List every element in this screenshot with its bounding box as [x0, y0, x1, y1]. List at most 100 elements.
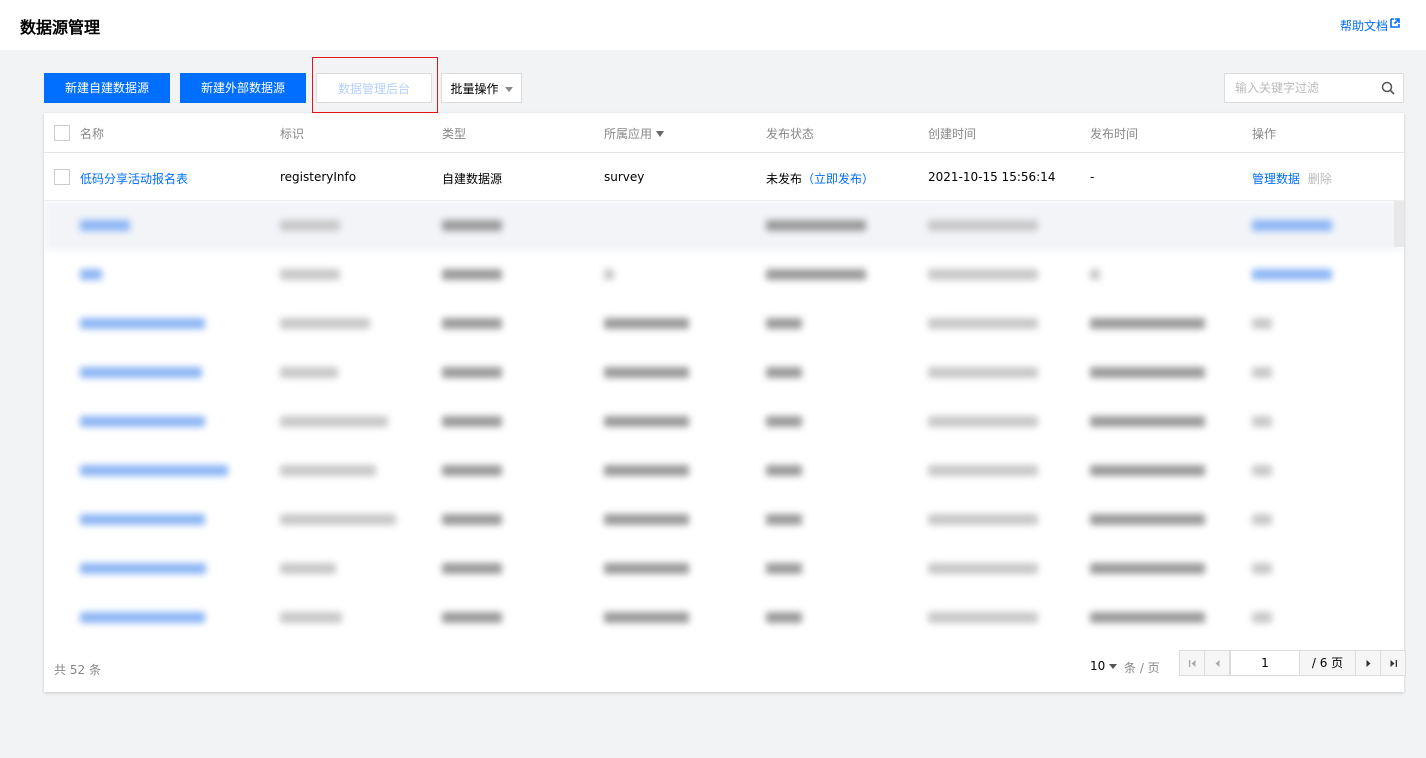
- blurred-cell: [1252, 318, 1272, 329]
- datasource-name-link[interactable]: 低码分享活动报名表: [80, 170, 188, 187]
- blurred-cell: [766, 220, 866, 231]
- blurred-cell: [80, 416, 205, 427]
- blurred-cell: [604, 563, 689, 574]
- total-pages: / 6 页: [1299, 650, 1356, 676]
- total-suffix: 条: [88, 663, 101, 677]
- blurred-cell: [442, 318, 502, 329]
- blurred-cell: [1252, 465, 1272, 476]
- blurred-cell: [280, 514, 396, 525]
- blurred-cell: [1252, 612, 1272, 623]
- blurred-cell: [442, 416, 502, 427]
- column-header-type: 类型: [442, 127, 467, 141]
- blurred-row: [44, 446, 1404, 495]
- blurred-cell: [442, 220, 502, 231]
- column-header-identifier: 标识: [280, 127, 305, 141]
- published-time: -: [1090, 170, 1095, 184]
- blurred-cell: [766, 514, 802, 525]
- blurred-cell: [280, 416, 388, 427]
- search-box[interactable]: [1224, 73, 1404, 103]
- batch-operations-dropdown[interactable]: 批量操作: [441, 73, 522, 103]
- blurred-cell: [604, 612, 689, 623]
- blurred-cell: [928, 563, 1038, 574]
- blurred-cell: [80, 269, 102, 280]
- column-header-actions: 操作: [1252, 127, 1277, 141]
- scrollbar-thumb[interactable]: [1394, 201, 1404, 247]
- blurred-cell: [1090, 612, 1205, 623]
- blurred-cell: [280, 269, 340, 280]
- blurred-cell: [928, 612, 1038, 623]
- blurred-cell: [1090, 514, 1205, 525]
- blurred-cell: [766, 269, 866, 280]
- blurred-cell: [928, 367, 1038, 378]
- new-internal-datasource-button[interactable]: 新建自建数据源: [44, 73, 170, 103]
- blurred-cell: [766, 367, 802, 378]
- last-page-button[interactable]: [1380, 650, 1406, 676]
- blurred-row: [44, 544, 1404, 593]
- page-size-value: 10: [1090, 659, 1106, 673]
- blurred-cell: [442, 612, 502, 623]
- blurred-cell: [928, 416, 1038, 427]
- help-docs-link[interactable]: 帮助文档: [1340, 17, 1388, 34]
- page-size-select[interactable]: 10: [1090, 659, 1118, 673]
- blurred-cell: [280, 367, 338, 378]
- blurred-cell: [604, 367, 689, 378]
- per-page-label: 条 / 页: [1124, 661, 1160, 675]
- blurred-cell: [1252, 416, 1272, 427]
- first-page-button[interactable]: [1179, 650, 1205, 676]
- publish-status-text: 未发布: [766, 172, 803, 186]
- delete-link: 删除: [1307, 172, 1332, 186]
- prev-page-icon: [1215, 660, 1220, 667]
- column-header-created: 创建时间: [928, 127, 977, 141]
- blurred-cell: [280, 563, 336, 574]
- publish-now-link[interactable]: （立即发布）: [802, 172, 874, 186]
- blurred-row: [44, 299, 1404, 348]
- select-all-checkbox[interactable]: [54, 125, 70, 141]
- page-number-input[interactable]: [1230, 650, 1300, 676]
- table-footer: 共 52 条 10 条 / 页 / 6 页: [44, 639, 1406, 692]
- blurred-cell: [442, 563, 502, 574]
- blurred-cell: [928, 465, 1038, 476]
- column-header-status: 发布状态: [766, 127, 815, 141]
- search-input[interactable]: [1225, 74, 1375, 102]
- blurred-row: [44, 348, 1404, 397]
- blurred-cell: [1090, 416, 1205, 427]
- new-external-datasource-button[interactable]: 新建外部数据源: [180, 73, 306, 103]
- search-icon[interactable]: [1381, 81, 1395, 95]
- blurred-cell: [80, 220, 130, 231]
- blurred-row: [44, 593, 1404, 639]
- blurred-cell: [1252, 367, 1272, 378]
- blurred-cell: [766, 612, 802, 623]
- blurred-cell: [766, 465, 802, 476]
- blurred-cell: [80, 367, 202, 378]
- blurred-cell: [1252, 269, 1332, 280]
- blurred-cell: [442, 465, 502, 476]
- page-title: 数据源管理: [20, 18, 101, 37]
- filter-icon[interactable]: [656, 131, 665, 137]
- blurred-cell: [280, 465, 376, 476]
- blurred-cell: [1090, 318, 1205, 329]
- blurred-cell: [80, 514, 205, 525]
- column-header-published: 发布时间: [1090, 127, 1139, 141]
- row-checkbox[interactable]: [54, 169, 70, 185]
- blurred-cell: [928, 220, 1038, 231]
- total-prefix: 共: [54, 663, 67, 677]
- blurred-cell: [604, 318, 689, 329]
- blurred-row: [44, 201, 1404, 250]
- blurred-cell: [604, 514, 689, 525]
- datasource-identifier: registeryInfo: [280, 170, 357, 184]
- blurred-cell: [766, 563, 802, 574]
- next-page-button[interactable]: [1355, 650, 1381, 676]
- blurred-cell: [604, 416, 689, 427]
- external-link-icon[interactable]: [1390, 18, 1400, 28]
- manage-data-link[interactable]: 管理数据: [1252, 172, 1300, 186]
- blurred-row: [44, 397, 1404, 446]
- prev-page-button[interactable]: [1204, 650, 1230, 676]
- data-admin-console-button[interactable]: 数据管理后台: [316, 73, 432, 103]
- blurred-cell: [766, 416, 802, 427]
- table-header: 名称 标识 类型 所属应用 发布状态 创建时间 发布时间 操作: [44, 113, 1404, 153]
- blurred-cell: [1252, 563, 1272, 574]
- blurred-cell: [1090, 563, 1205, 574]
- chevron-down-icon: [1109, 664, 1118, 669]
- datasource-app: survey: [604, 170, 645, 184]
- blurred-cell: [442, 367, 502, 378]
